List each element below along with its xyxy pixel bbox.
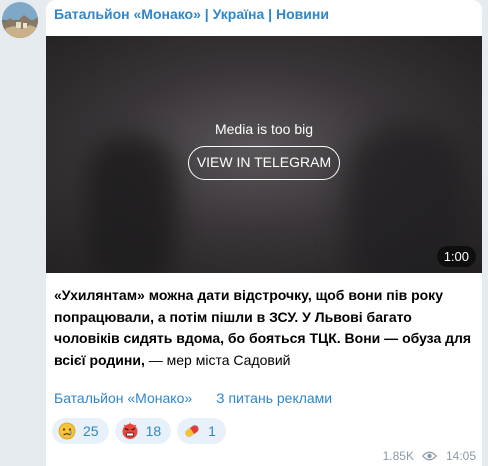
reaction-count: 25 [83,423,99,439]
video-duration-badge: 1:00 [436,246,476,267]
ads-link[interactable]: З питань реклами [216,390,332,406]
reaction-sad[interactable]: 25 [52,418,109,444]
reactions-bar: 25 18 1 [52,418,226,444]
media-too-big-label: Media is too big [214,121,314,137]
message-bubble: Батальйон «Монако» | Україна | Новини Me… [46,0,482,466]
video-preview[interactable]: Media is too big VIEW IN TELEGRAM 1:00 [46,36,482,273]
avatar-image [2,2,38,38]
reaction-count: 1 [208,423,216,439]
message-time: 14:05 [445,449,476,463]
eye-icon [421,451,437,461]
post-text: «Ухилянтам» можна дати відстрочку, щоб в… [54,285,474,371]
reaction-pill[interactable]: 1 [177,418,226,444]
pill-icon [185,425,199,437]
post-text-regular: — мер міста Садовий [144,351,291,368]
reaction-count: 18 [145,423,162,439]
sad-face-icon [58,422,76,440]
reaction-angry[interactable]: 18 [114,418,172,444]
views-count: 1.85K [382,449,414,463]
channel-link[interactable]: Батальйон «Монако» [54,390,192,406]
post-links: Батальйон «Монако» З питань реклами [54,390,332,406]
angry-face-icon [122,422,138,439]
channel-avatar[interactable] [2,2,38,38]
message-meta: 1.85K 14:05 [383,449,476,463]
channel-title[interactable]: Батальйон «Монако» | Україна | Новини [54,6,329,22]
view-in-telegram-button[interactable]: VIEW IN TELEGRAM [188,146,340,180]
